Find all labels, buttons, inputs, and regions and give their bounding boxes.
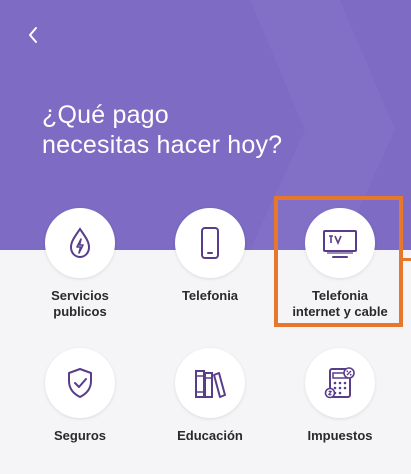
selection-highlight-tick — [403, 258, 411, 261]
drop-bolt-icon — [69, 227, 91, 259]
tile-impuestos[interactable]: Impuestos — [275, 348, 405, 468]
tile-label: Seguros — [53, 428, 106, 443]
tile-label: Educación — [177, 428, 243, 443]
tile-icon-circle — [175, 208, 245, 278]
calculator-icon — [324, 367, 355, 399]
tile-telefonia[interactable]: Telefonia — [145, 208, 275, 328]
phone-icon — [201, 227, 219, 259]
tile-icon-circle — [45, 348, 115, 418]
tile-icon-circle — [45, 208, 115, 278]
tile-educacion[interactable]: Educación — [145, 348, 275, 468]
tile-servicios-publicos[interactable]: Servicios publicos — [15, 208, 145, 328]
chevron-left-icon — [29, 27, 37, 43]
tile-icon-circle — [305, 348, 375, 418]
selection-highlight — [274, 196, 403, 327]
tile-icon-circle — [175, 348, 245, 418]
tile-label: Servicios publicos — [51, 288, 109, 319]
tile-seguros[interactable]: Seguros — [15, 348, 145, 468]
tile-label: Impuestos — [307, 428, 373, 443]
books-icon — [195, 370, 226, 398]
shield-check-icon — [68, 368, 92, 398]
back-button[interactable] — [26, 20, 56, 50]
page-title: ¿Qué pago necesitas hacer hoy? — [42, 101, 283, 159]
tile-label: Telefonia — [181, 288, 239, 303]
